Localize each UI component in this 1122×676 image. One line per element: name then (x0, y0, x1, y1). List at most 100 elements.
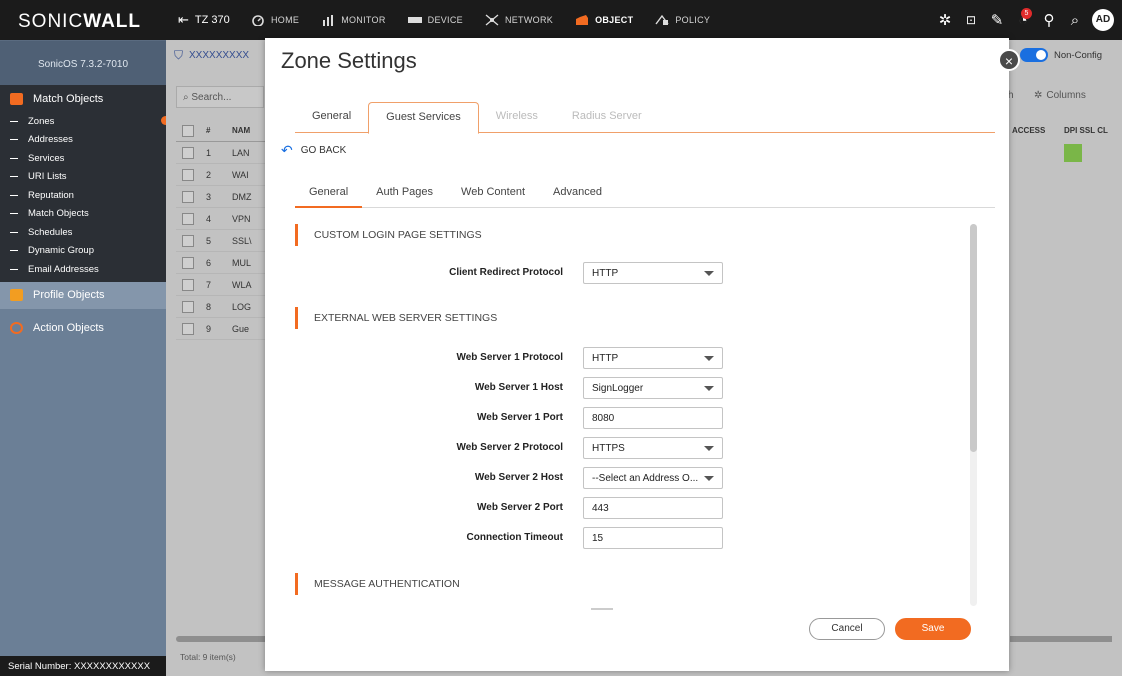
device-label: TZ 370 (194, 14, 230, 26)
horizontal-scrollbar[interactable] (1010, 636, 1112, 642)
settings-content: CUSTOM LOGIN PAGE SETTINGS Client Redire… (295, 216, 975, 608)
total-count: Total: 9 item(s) (180, 652, 236, 662)
notification-icon[interactable]: ◔ 5 (1010, 7, 1036, 29)
row-checkbox[interactable] (182, 212, 194, 225)
columns-button[interactable]: ✲ Columns (1034, 90, 1086, 101)
sidebar-section-profile-objects[interactable]: Profile Objects (0, 281, 166, 309)
avatar[interactable]: AD (1092, 9, 1114, 31)
search-icon[interactable]: ⌕ (1062, 12, 1088, 29)
sidebar-item-dynamic-group[interactable]: Dynamic Group (0, 242, 166, 261)
table-row[interactable]: 2 WAI (176, 164, 266, 186)
subtab-web-content[interactable]: Web Content (447, 182, 539, 208)
nav-network[interactable]: NETWORK (485, 14, 553, 26)
row-checkbox[interactable] (182, 278, 194, 291)
web-server-2-protocol-select[interactable]: HTTPS (583, 437, 723, 459)
subtab-advanced[interactable]: Advanced (539, 182, 616, 208)
sidebar-item-addresses[interactable]: Addresses (0, 131, 166, 150)
sidebar-section-action-objects[interactable]: Action Objects (0, 315, 166, 342)
table-row[interactable]: 4 VPN (176, 208, 266, 230)
location-icon[interactable]: ⚲ (1036, 11, 1062, 29)
row-checkbox[interactable] (182, 322, 194, 335)
row-checkbox[interactable] (182, 190, 194, 203)
row-checkbox[interactable] (182, 256, 194, 269)
search-input[interactable]: ⌕ Search... (176, 86, 264, 108)
nav-policy[interactable]: POLICY (655, 14, 710, 26)
sidebar-section-match-objects[interactable]: Match Objects (0, 85, 166, 112)
go-back-link[interactable]: ↶ GO BACK (281, 142, 346, 159)
sidebar-item-reputation[interactable]: Reputation (0, 186, 166, 205)
scrollbar-thumb[interactable] (970, 224, 977, 452)
sidebar-item-uri-lists[interactable]: URI Lists (0, 168, 166, 187)
web-server-1-host-select[interactable]: SignLogger (583, 377, 723, 399)
sidebar-item-services[interactable]: Services (0, 149, 166, 168)
subtab-general[interactable]: General (295, 182, 363, 208)
web-server-1-port-input[interactable]: 8080 (583, 407, 723, 429)
sidebar: SonicOS 7.3.2-7010 Match Objects Zones A… (0, 40, 170, 676)
nav-device[interactable]: DEVICE (407, 14, 463, 26)
save-button[interactable]: Save (895, 618, 971, 640)
section-custom-login: CUSTOM LOGIN PAGE SETTINGS (295, 224, 482, 246)
partial-checkbox[interactable] (591, 608, 613, 610)
connection-timeout-input[interactable]: 15 (583, 527, 723, 549)
select-all-checkbox[interactable] (182, 124, 194, 137)
client-redirect-row: Client Redirect Protocol HTTP (295, 262, 975, 284)
web-server-1-protocol-select[interactable]: HTTP (583, 347, 723, 369)
row-checkbox[interactable] (182, 168, 194, 181)
table-row[interactable]: 3 DMZ (176, 186, 266, 208)
breadcrumb: ⛉ XXXXXXXXX (174, 48, 250, 62)
horizontal-scrollbar[interactable] (176, 636, 270, 642)
dash-icon (10, 176, 18, 178)
web-server-2-host-select[interactable]: --Select an Address O... (583, 467, 723, 489)
serial-number: Serial Number: XXXXXXXXXXXX (0, 656, 166, 676)
field-label: Web Server 1 Port (477, 412, 563, 423)
device-menu-button[interactable]: ⇤ TZ 370 (178, 12, 230, 28)
dash-icon (10, 194, 18, 196)
gear-icon[interactable]: ✲ (932, 11, 958, 29)
tab-guest-services[interactable]: Guest Services (368, 102, 479, 134)
zone-settings-dialog: Zone Settings General Guest Services Wir… (265, 38, 1009, 671)
gear-icon: ✲ (1034, 90, 1043, 101)
toggle-switch[interactable] (1020, 48, 1048, 62)
access-column-header: ACCESS (1012, 126, 1046, 135)
dash-icon (10, 250, 18, 252)
row-checkbox[interactable] (182, 300, 194, 313)
table-row[interactable]: 8 LOG (176, 296, 266, 318)
nav-monitor[interactable]: MONITOR (321, 14, 385, 26)
nav-object[interactable]: OBJECT (575, 14, 633, 26)
subtab-auth-pages[interactable]: Auth Pages (362, 182, 447, 208)
web-server-2-port-input[interactable]: 443 (583, 497, 723, 519)
ws2-host-row: Web Server 2 Host --Select an Address O.… (295, 467, 975, 489)
table-row[interactable]: 1 LAN (176, 142, 266, 164)
terminal-icon[interactable]: ⊡ (958, 13, 984, 27)
row-checkbox[interactable] (182, 146, 194, 159)
table-row[interactable]: 9 Gue (176, 318, 266, 340)
action-objects-icon (10, 322, 23, 334)
zones-table: # NAM 1 LAN 2 WAI 3 DMZ 4 VPN 5 SSL\ 6 MUL 7 WLA… (176, 120, 266, 340)
vertical-scrollbar[interactable] (970, 224, 977, 606)
table-row[interactable]: 5 SSL\ (176, 230, 266, 252)
pin-tool-icon[interactable]: ✎ (984, 11, 1010, 29)
cancel-button[interactable]: Cancel (809, 618, 885, 640)
table-row[interactable]: 6 MUL (176, 252, 266, 274)
connection-timeout-row: Connection Timeout 15 (295, 527, 975, 549)
nav-home[interactable]: HOME (251, 14, 299, 26)
client-redirect-protocol-select[interactable]: HTTP (583, 262, 723, 284)
ws1-port-row: Web Server 1 Port 8080 (295, 407, 975, 429)
sidebar-item-email-addresses[interactable]: Email Addresses (0, 260, 166, 279)
field-label: Web Server 2 Host (474, 472, 563, 483)
non-config-toggle[interactable]: Non-Config (1020, 48, 1102, 62)
sidebar-item-zones[interactable]: Zones (0, 112, 170, 131)
menu-collapse-icon: ⇤ (178, 12, 189, 27)
section-external-web: EXTERNAL WEB SERVER SETTINGS (295, 307, 497, 329)
sidebar-item-schedules[interactable]: Schedules (0, 223, 166, 242)
row-checkbox[interactable] (182, 234, 194, 247)
close-icon[interactable]: × (998, 49, 1020, 71)
logo-area: SONICWALL (0, 0, 166, 40)
sidebar-list: Zones Addresses Services URI Lists Reput… (0, 112, 170, 282)
dash-icon (10, 120, 18, 122)
tab-general[interactable]: General (295, 102, 368, 133)
sidebar-item-match-objects[interactable]: Match Objects (0, 205, 166, 224)
policy-icon (655, 14, 669, 25)
table-row[interactable]: 7 WLA (176, 274, 266, 296)
back-arrow-icon: ↶ (281, 142, 293, 158)
